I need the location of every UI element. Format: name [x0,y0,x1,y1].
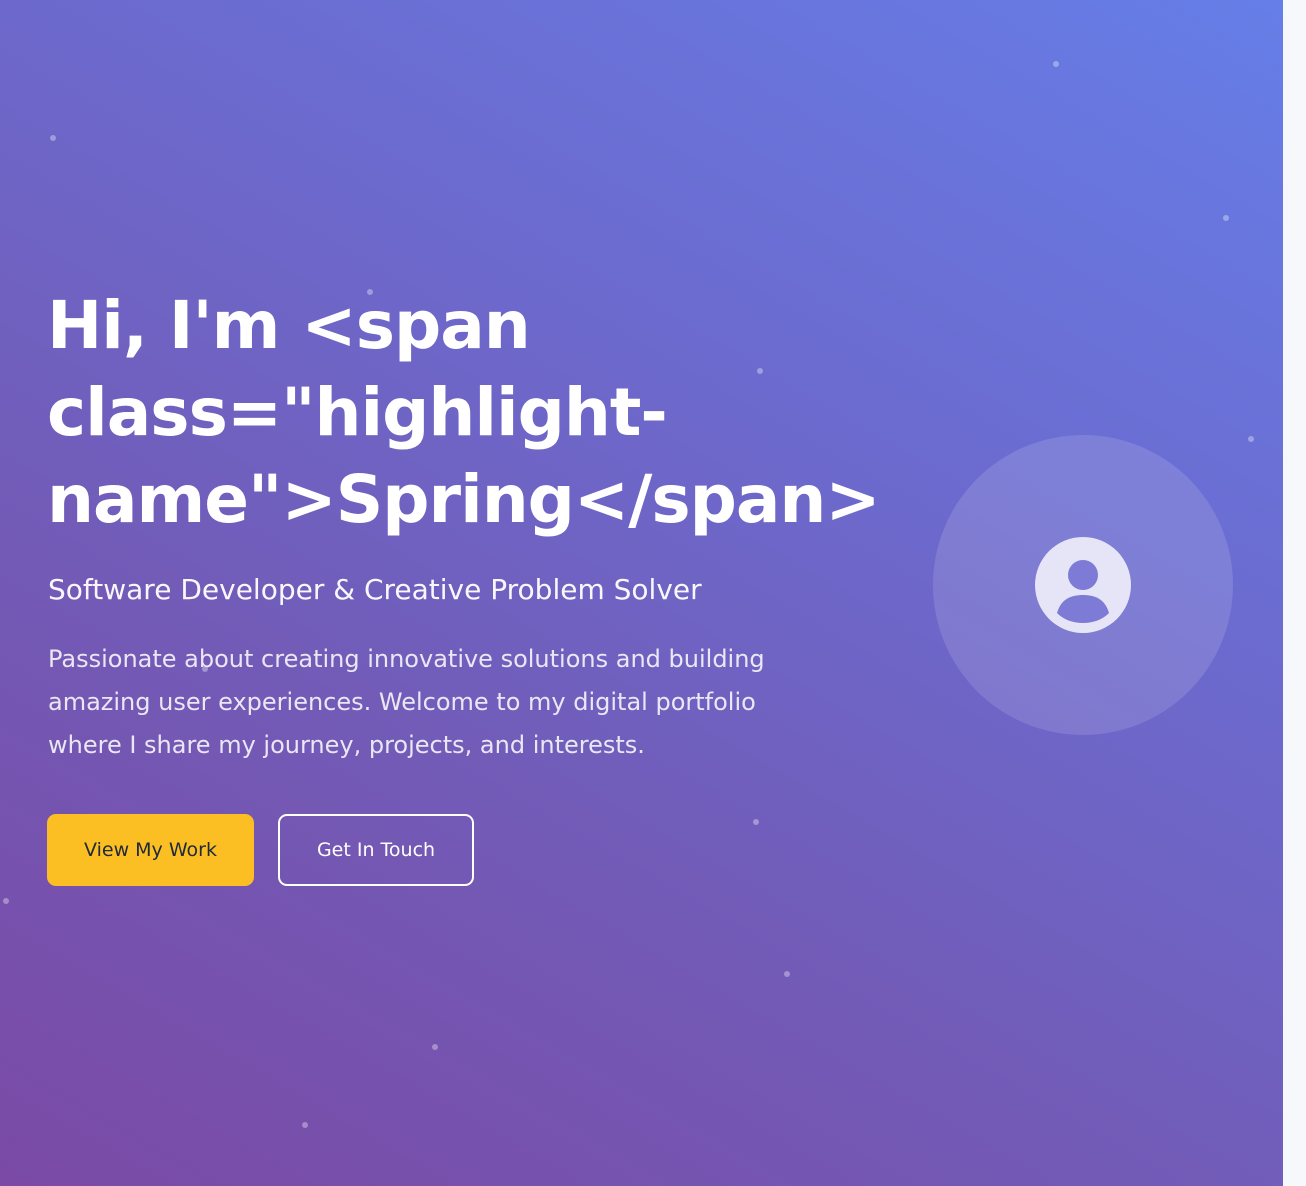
decorative-dot [784,971,790,977]
view-my-work-button[interactable]: View My Work [47,814,254,886]
decorative-dot [1223,215,1229,221]
decorative-dot [1248,436,1254,442]
decorative-dot [50,135,56,141]
user-circle-icon [1035,537,1131,633]
hero-subtitle: Software Developer & Creative Problem So… [48,573,702,606]
decorative-dot [3,898,9,904]
hero-title: Hi, I'm <span class="highlight- name">Sp… [47,287,881,538]
page-edge [1283,0,1306,1186]
decorative-dot [1053,61,1059,67]
avatar [933,435,1233,735]
decorative-dot [432,1044,438,1050]
decorative-dot [753,819,759,825]
get-in-touch-button[interactable]: Get In Touch [278,814,474,886]
hero-section: Hi, I'm <span class="highlight- name">Sp… [0,0,1283,1186]
hero-description: Passionate about creating innovative sol… [48,645,765,759]
decorative-dot [302,1122,308,1128]
